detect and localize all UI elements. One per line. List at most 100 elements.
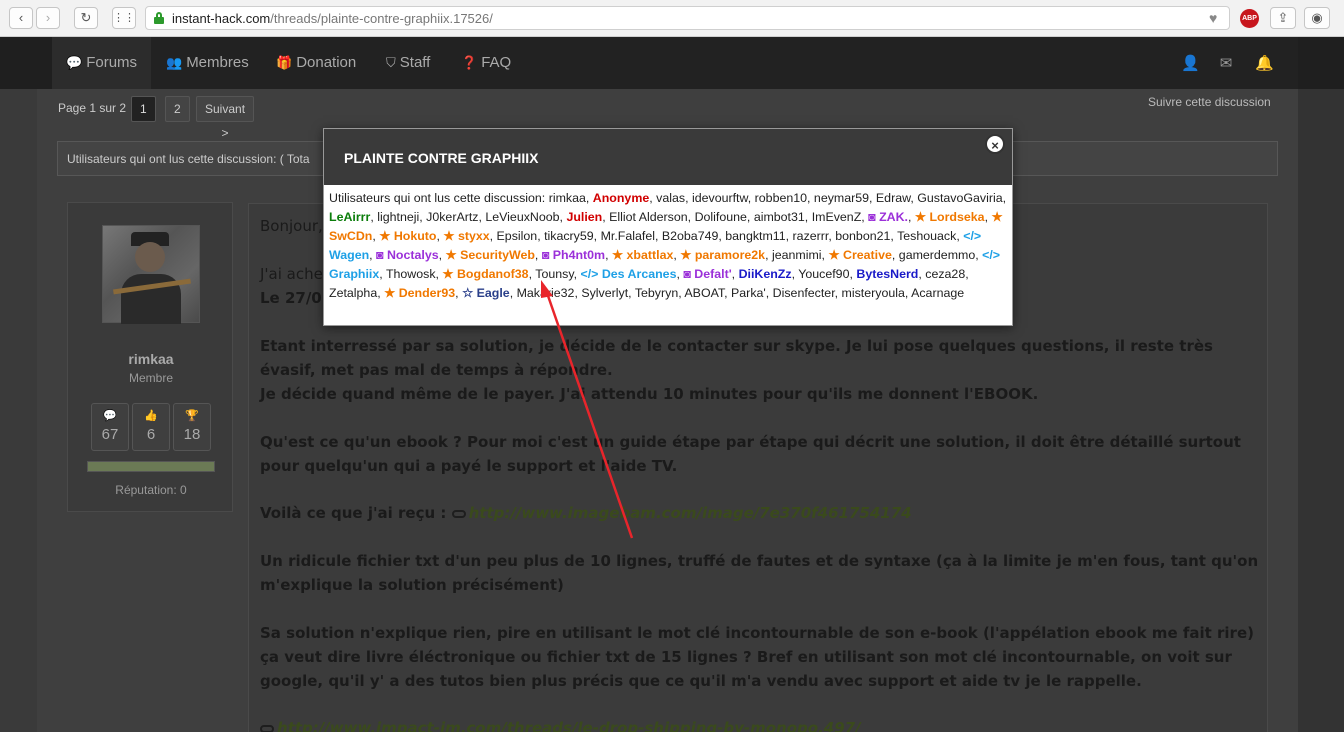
reader-username[interactable]: Epsilon: [497, 229, 538, 243]
bell-icon[interactable]: 🔔: [1255, 54, 1274, 72]
profile-icon[interactable]: ◉: [1304, 7, 1330, 29]
eye-icon: ◙: [683, 267, 695, 281]
heart-icon[interactable]: ♥: [1209, 10, 1217, 26]
reader-username[interactable]: Sylverlyt: [581, 286, 628, 300]
code-icon: </>: [580, 267, 602, 281]
reader-username[interactable]: Tounsy: [535, 267, 573, 281]
share-icon[interactable]: ⇪: [1270, 7, 1296, 29]
reader-username[interactable]: Acarnage: [911, 286, 964, 300]
comments-icon: 💬: [66, 55, 83, 70]
reader-username[interactable]: idevourftw: [692, 191, 748, 205]
reader-username[interactable]: Edraw: [876, 191, 910, 205]
reader-username[interactable]: GustavoGaviria: [917, 191, 1002, 205]
reader-username[interactable]: BytesNerd: [856, 267, 918, 281]
apps-button[interactable]: ⋮⋮: [112, 7, 136, 29]
close-icon[interactable]: ×: [985, 134, 1005, 154]
reader-username[interactable]: Thowosk: [386, 267, 436, 281]
back-button[interactable]: ‹: [9, 7, 33, 29]
reader-username[interactable]: ABOAT: [684, 286, 724, 300]
reader-username[interactable]: ◙ ZAK.: [868, 210, 908, 224]
star-icon: ★: [443, 229, 458, 243]
post-line: évasif, met pas mal de temps à répondre.: [260, 361, 613, 379]
imagebam-link[interactable]: http://www.imagebam.com/image/7e370f4617…: [469, 504, 912, 522]
reader-username[interactable]: bangktm11: [725, 229, 785, 243]
reader-username[interactable]: </> Des Arcanes: [580, 267, 676, 281]
page-1-button[interactable]: 1: [131, 96, 156, 122]
reader-username[interactable]: ★ Creative: [828, 248, 891, 262]
reader-username[interactable]: Disenfecter: [773, 286, 835, 300]
reader-username[interactable]: Anonyme: [593, 191, 649, 205]
reader-username[interactable]: ◙ Noctalys: [376, 248, 439, 262]
user-icon[interactable]: 👤: [1181, 54, 1200, 72]
address-bar[interactable]: instant-hack.com/threads/plainte-contre-…: [145, 6, 1230, 30]
reader-username[interactable]: ◙ Defalt': [683, 267, 731, 281]
reader-username[interactable]: ★ Bogdanof38: [442, 267, 528, 281]
post-line: ça veut dire livre éléctronique ou fichi…: [260, 648, 1232, 666]
reader-username[interactable]: DiiKenZz: [739, 267, 792, 281]
reader-username[interactable]: ★ SecurityWeb: [446, 248, 535, 262]
nav-faq[interactable]: ❓ FAQ: [447, 37, 525, 89]
reader-username[interactable]: ImEvenZ: [812, 210, 862, 224]
post-line: Le 27/0: [260, 289, 322, 307]
star-icon: ★: [828, 248, 843, 262]
reader-username[interactable]: Dolifoune: [695, 210, 747, 224]
next-page-button[interactable]: Suivant >: [196, 96, 255, 140]
reader-username[interactable]: Julien: [566, 210, 602, 224]
reader-username[interactable]: ★ styxx: [443, 229, 489, 243]
reader-username[interactable]: ★ Dender93: [384, 286, 455, 300]
reader-username[interactable]: Tebyryn: [635, 286, 678, 300]
reader-username[interactable]: Parka': [731, 286, 766, 300]
reader-username[interactable]: tikacry59: [544, 229, 594, 243]
reader-username[interactable]: Zetalpha: [329, 286, 377, 300]
reader-username[interactable]: rimkaa: [549, 191, 586, 205]
reader-username[interactable]: ★ xbattlax: [612, 248, 673, 262]
avatar[interactable]: [102, 225, 200, 324]
nav-donation[interactable]: 🎁 Donation: [262, 37, 370, 89]
reader-username[interactable]: Mr.Falafel: [601, 229, 655, 243]
reader-username[interactable]: jeanmimi: [772, 248, 822, 262]
reader-username[interactable]: ceza28: [925, 267, 965, 281]
reader-username[interactable]: gamerdemmo: [899, 248, 975, 262]
follow-thread-link[interactable]: Suivre cette discussion: [1148, 95, 1271, 109]
reader-username[interactable]: LeAirrr: [329, 210, 370, 224]
reader-username[interactable]: robben10: [755, 191, 807, 205]
reader-username[interactable]: ☆ Eagle: [462, 286, 510, 300]
reader-username[interactable]: Youcef90: [798, 267, 849, 281]
site-navbar: 💬 Forums 👥 Membres 🎁 Donation ⛉ Staff ❓ FAQ 👤…: [0, 37, 1344, 89]
readers-modal: PLAINTE CONTRE GRAPHIIX × Utilisateurs q…: [323, 128, 1013, 326]
reader-username[interactable]: ★ Hokuto: [379, 229, 436, 243]
post-line-with-link: Voilà ce que j'ai reçu : http://www.imag…: [260, 504, 912, 522]
trophy-icon: 🏆: [185, 410, 199, 422]
reader-username[interactable]: ◙ Ph4nt0m: [542, 248, 605, 262]
reader-username[interactable]: ★ paramore2k: [680, 248, 765, 262]
reader-username[interactable]: neymar59: [814, 191, 869, 205]
nav-staff[interactable]: ⛉ Staff: [372, 37, 444, 89]
username[interactable]: rimkaa: [68, 351, 234, 367]
reader-username[interactable]: razerrr: [793, 229, 829, 243]
reader-username[interactable]: lightneji: [377, 210, 419, 224]
reader-username[interactable]: B2oba749: [662, 229, 719, 243]
mail-icon[interactable]: ✉: [1217, 54, 1235, 72]
reader-username[interactable]: ★ Lordseka: [915, 210, 985, 224]
reader-username[interactable]: J0kerArtz: [426, 210, 478, 224]
reader-username[interactable]: Elliot Alderson: [609, 210, 688, 224]
adblock-icon[interactable]: ABP: [1240, 9, 1259, 28]
gift-icon: 🎁: [276, 55, 293, 70]
impact-link[interactable]: http://www.impact-im.com/threads/le-drop…: [277, 719, 861, 732]
nav-forums[interactable]: 💬 Forums: [52, 37, 152, 89]
page-2-button[interactable]: 2: [165, 96, 190, 122]
reload-button[interactable]: ↻: [74, 7, 98, 29]
reader-username[interactable]: aimbot31: [754, 210, 805, 224]
reader-username[interactable]: valas: [656, 191, 685, 205]
reader-username[interactable]: LeVieuxNoob: [485, 210, 559, 224]
scrollbar-track[interactable]: [1298, 89, 1344, 732]
reader-username[interactable]: Makarie32: [517, 286, 575, 300]
reader-username[interactable]: misteryoula: [842, 286, 905, 300]
star-icon: ★: [914, 210, 930, 224]
post-line: J'ai ache: [260, 265, 323, 283]
nav-membres[interactable]: 👥 Membres: [152, 37, 263, 89]
forward-button[interactable]: ›: [36, 7, 60, 29]
reader-username[interactable]: bonbon21: [835, 229, 890, 243]
reader-username[interactable]: Teshouack: [897, 229, 956, 243]
user-role: Membre: [128, 371, 173, 385]
